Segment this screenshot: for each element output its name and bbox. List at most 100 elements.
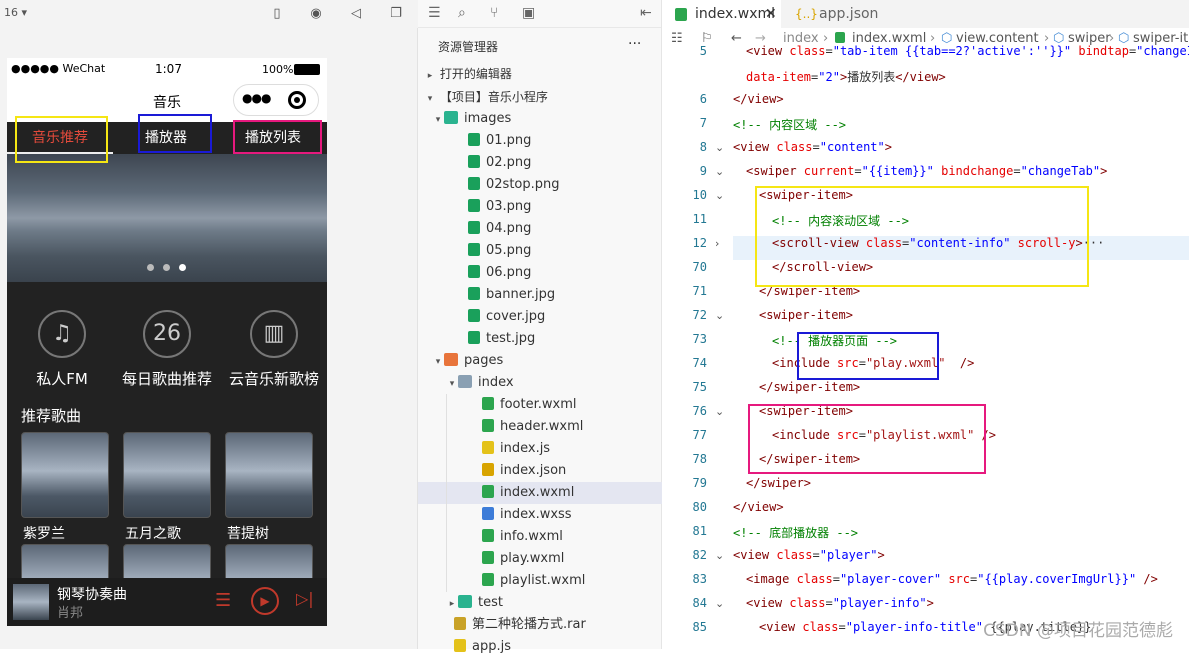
fold-icon[interactable]: ⌄ [715,165,724,178]
tree-item[interactable]: banner.jpg [418,284,662,306]
code-line[interactable]: <swiper current="{{item}}" bindchange="c… [746,164,1107,178]
code-line[interactable]: <!-- 内容区域 --> [733,116,846,133]
code-line[interactable]: <image class="player-cover" src="{{play.… [746,572,1158,586]
chevron-down-icon[interactable]: ▾ [432,351,444,373]
chevron-right-icon[interactable]: ▸ [446,593,458,615]
code-line[interactable]: <view class="player-info"> [746,596,934,610]
close-icon[interactable]: ✕ [765,0,777,28]
song-cover[interactable] [21,432,109,518]
debug-icon[interactable]: ▣ [522,5,535,21]
playlist-icon[interactable]: ☰ [215,590,231,611]
daily-label: 每日歌曲推荐 [121,370,212,388]
tree-item[interactable]: header.wxml [418,416,662,438]
phone-icon[interactable]: ▯ [268,5,286,23]
explorer-more-button[interactable]: ··· [628,36,641,52]
chevron-down-icon[interactable]: ▾ [446,373,458,395]
song-cover[interactable] [123,432,211,518]
tree-item[interactable]: ▾ index [418,372,662,394]
editor-tab-index-wxml[interactable]: index.wxml ✕ [663,0,781,28]
search-icon[interactable]: ⌕ [458,5,466,21]
song-cover[interactable] [225,432,313,518]
back-icon[interactable]: ← [731,28,742,50]
tree-item-label: play.wxml [500,551,565,566]
tree-item[interactable]: index.js [418,438,662,460]
banner-dot-active[interactable] [179,264,186,271]
wxml-file-icon [482,573,494,586]
fold-icon[interactable]: ⌄ [715,405,724,418]
close-mini-program-icon[interactable] [288,91,306,109]
tree-item[interactable]: 01.png [418,130,662,152]
zoom-select[interactable]: 16 ▾ [4,6,27,19]
wxss-file-icon [482,507,494,520]
tree-item[interactable]: 06.png [418,262,662,284]
banner-dot[interactable] [147,264,154,271]
img-file-icon [468,133,480,146]
fold-icon[interactable]: ⌄ [715,189,724,202]
code-line[interactable]: <view class="content"> [733,140,892,154]
daily-entry[interactable]: 26 每日歌曲推荐 [112,310,222,389]
tree-item-label: 第二种轮播方式.rar [472,617,586,632]
tree-item[interactable]: footer.wxml [418,394,662,416]
fold-icon[interactable]: ⌄ [715,597,724,610]
chart-entry[interactable]: ▥ 云音乐新歌榜 [219,310,327,389]
js-file-icon [482,441,494,454]
song-name: 五月之歌 [125,526,181,542]
open-editors-section[interactable]: ▸ 打开的编辑器 [418,63,662,85]
code-line[interactable]: data-item="2">播放列表</view> [746,68,946,85]
volume-icon[interactable]: ◁ [347,5,365,23]
tree-item[interactable]: test.jpg [418,328,662,350]
tree-item[interactable]: info.wxml [418,526,662,548]
tree-item[interactable]: app.js [418,636,662,658]
code-line[interactable]: </view> [733,92,784,106]
line-number: 7 [699,116,707,130]
editor-tab-app-json[interactable]: {..} app.json [783,0,903,28]
code-line[interactable]: </view> [733,500,784,514]
tree-item[interactable]: index.wxml [418,482,662,504]
tree-item[interactable]: 04.png [418,218,662,240]
fm-entry[interactable]: ♫ 私人FM [7,310,117,389]
banner-image[interactable] [7,154,327,282]
tree-item[interactable]: 03.png [418,196,662,218]
chevron-down-icon[interactable]: ▾ [432,109,444,131]
js-file-icon [454,639,466,652]
tree-item[interactable]: 05.png [418,240,662,262]
more-button[interactable]: ●●● [242,91,271,105]
carrier: ●●●●● WeChat [11,62,106,75]
tree-item[interactable]: ▸ test [418,592,662,614]
code-line[interactable]: <view class="tab-item {{tab==2?'active':… [746,44,1189,58]
tree-item[interactable]: 02.png [418,152,662,174]
tree-item[interactable]: cover.jpg [418,306,662,328]
project-section[interactable]: ▾ 【项目】音乐小程序 [418,86,662,108]
code-line[interactable]: </swiper-item> [759,380,860,394]
fold-icon[interactable]: ⌄ [715,141,724,154]
play-icon[interactable]: ▶ [251,587,279,615]
code-line[interactable]: <swiper-item> [759,308,853,322]
record-icon[interactable]: ◉ [307,5,325,23]
tree-item[interactable]: 第二种轮播方式.rar [418,614,662,636]
tree-item[interactable]: 02stop.png [418,174,662,196]
code-line[interactable]: <view class="player"> [733,548,885,562]
line-number: 10 [692,188,707,202]
banner-dot[interactable] [163,264,170,271]
next-icon[interactable]: ▷| [296,589,314,608]
fold-icon[interactable]: ⌄ [715,309,724,322]
tree-item[interactable]: play.wxml [418,548,662,570]
files-icon[interactable]: ☰ [428,5,441,21]
line-number: 77 [692,428,707,442]
code-line[interactable]: </swiper> [746,476,811,490]
collapse-panel-icon[interactable]: ⇤ [640,5,652,21]
code-line[interactable]: <!-- 底部播放器 --> [733,524,858,541]
fold-icon[interactable]: ⌄ [715,549,724,562]
fold-collapsed-icon[interactable]: › [715,237,719,250]
tree-item[interactable]: ▾ pages [418,350,662,372]
tree-item[interactable]: index.wxss [418,504,662,526]
tree-item[interactable]: playlist.wxml [418,570,662,592]
highlight-pink-code [748,404,986,474]
window-icon[interactable]: ❐ [387,5,405,23]
simulator-toolbar: 16 ▾ ▯ ◉ ◁ ❐ [0,0,418,28]
tree-item[interactable]: index.json [418,460,662,482]
img-file-icon [468,287,480,300]
tree-item[interactable]: ▾ images [418,108,662,130]
source-control-icon[interactable]: ⑂ [490,5,498,21]
line-number: 72 [692,308,707,322]
